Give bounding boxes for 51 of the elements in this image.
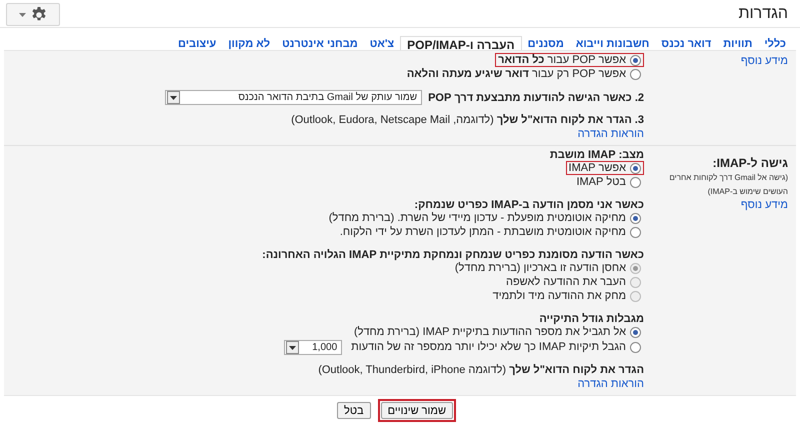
option-label: מחיקה אוטומטית מושבתת - המתן לעדכון השרת על ידי הלקוח.: [340, 226, 626, 238]
section-label: גישה ל-IMAP:: [712, 156, 788, 171]
tab[interactable]: תוויות: [717, 36, 758, 50]
cancel-button[interactable]: בטל: [337, 402, 371, 419]
settings-button[interactable]: [6, 3, 60, 26]
option-label: מחיקה אוטומטית מופעלת - עדכון מיידי של השרת. (ברירת מחדל): [328, 212, 626, 224]
tab[interactable]: מסננים: [522, 36, 570, 50]
option-heading: כאשר הודעה מסומנת כפריט שנמחק ונמחקת מתיקיית IMAP הגלויה האחרונה:: [261, 248, 644, 261]
tab[interactable]: צ'אט: [364, 36, 400, 50]
more-info-link[interactable]: מידע נוסף: [648, 199, 788, 212]
tab[interactable]: העברה ו-POP/IMAP: [400, 36, 522, 50]
tab[interactable]: מבחני אינטרנט: [276, 36, 364, 50]
option-heading: כאשר אני מסמן הודעה ב-IMAP כפריט שנמחק:: [413, 198, 644, 211]
setup-link[interactable]: הוראות הגדרה: [10, 377, 644, 390]
dropdown[interactable]: שמור עותק של Gmail בתיבת הדואר הנכנס: [165, 90, 422, 105]
radio-button[interactable]: [630, 342, 641, 352]
option-label: אחסן הודעה זו בארכיון (ברירת מחדל): [454, 262, 626, 274]
option-heading: מצב: IMAP מושבת: [548, 148, 644, 161]
radio-button[interactable]: [630, 326, 641, 338]
caret-icon: [167, 91, 180, 104]
option-label: הגבל תיקיות IMAP כך שלא יכילו יותר ממספר זה של הודעות: [351, 341, 626, 353]
option-text: הגדר את לקוח הדוא"ל שלך (לדוגמה Outlook, Thunderbird, iPhone): [317, 364, 644, 377]
radio-button[interactable]: [630, 68, 641, 80]
option-heading: 2. כאשר הגישה להודעות מתבצעת דרך POP: [428, 92, 644, 104]
caret-icon: [18, 12, 26, 16]
tab[interactable]: דואר נכנס: [655, 36, 718, 50]
radio-button[interactable]: [630, 162, 641, 174]
caret-icon: [286, 341, 300, 354]
tab[interactable]: חשבונות וייבוא: [570, 36, 656, 50]
save-button[interactable]: שמור שינויים: [380, 402, 453, 419]
tab[interactable]: לא מקוון: [222, 36, 276, 50]
radio-button[interactable]: [630, 54, 641, 66]
setup-link[interactable]: הוראות הגדרה: [10, 127, 644, 140]
option-label: אל תגביל את מספר ההודעות בתיקיית IMAP (ברירת מחדל): [354, 326, 626, 338]
option-label: אפשר POP רק עבור דואר שיגיע מעתה והלאה: [406, 68, 626, 80]
section-note: (גישה אל Gmail דרך לקוחות אחרים העושים שימוש ב-IMAP): [668, 172, 788, 198]
option-label: העבר את ההודעה לאשפה: [506, 276, 626, 288]
option-label: מחק את ההודעה מיד ולתמיד: [492, 290, 626, 302]
option-heading: מגבלות גודל התיקייה: [538, 312, 644, 325]
radio-button[interactable]: [630, 176, 641, 188]
dropdown[interactable]: 1,000: [284, 340, 342, 355]
option-label: אפשר POP עבור כל הדואר: [498, 54, 626, 66]
more-info-link[interactable]: מידע נוסף: [648, 55, 788, 68]
option-label: אפשר IMAP: [568, 162, 626, 174]
page-title: הגדרות: [738, 4, 788, 22]
radio-button[interactable]: [630, 212, 641, 224]
option-label: בטל IMAP: [576, 176, 626, 188]
tab[interactable]: כללי: [758, 36, 792, 50]
tab[interactable]: עיצובים: [172, 36, 222, 50]
option-text: 3. הגדר את לקוח הדוא"ל שלך (לדוגמה, Outlook, Eudora, Netscape Mail): [290, 114, 644, 127]
radio-button[interactable]: [630, 226, 641, 238]
